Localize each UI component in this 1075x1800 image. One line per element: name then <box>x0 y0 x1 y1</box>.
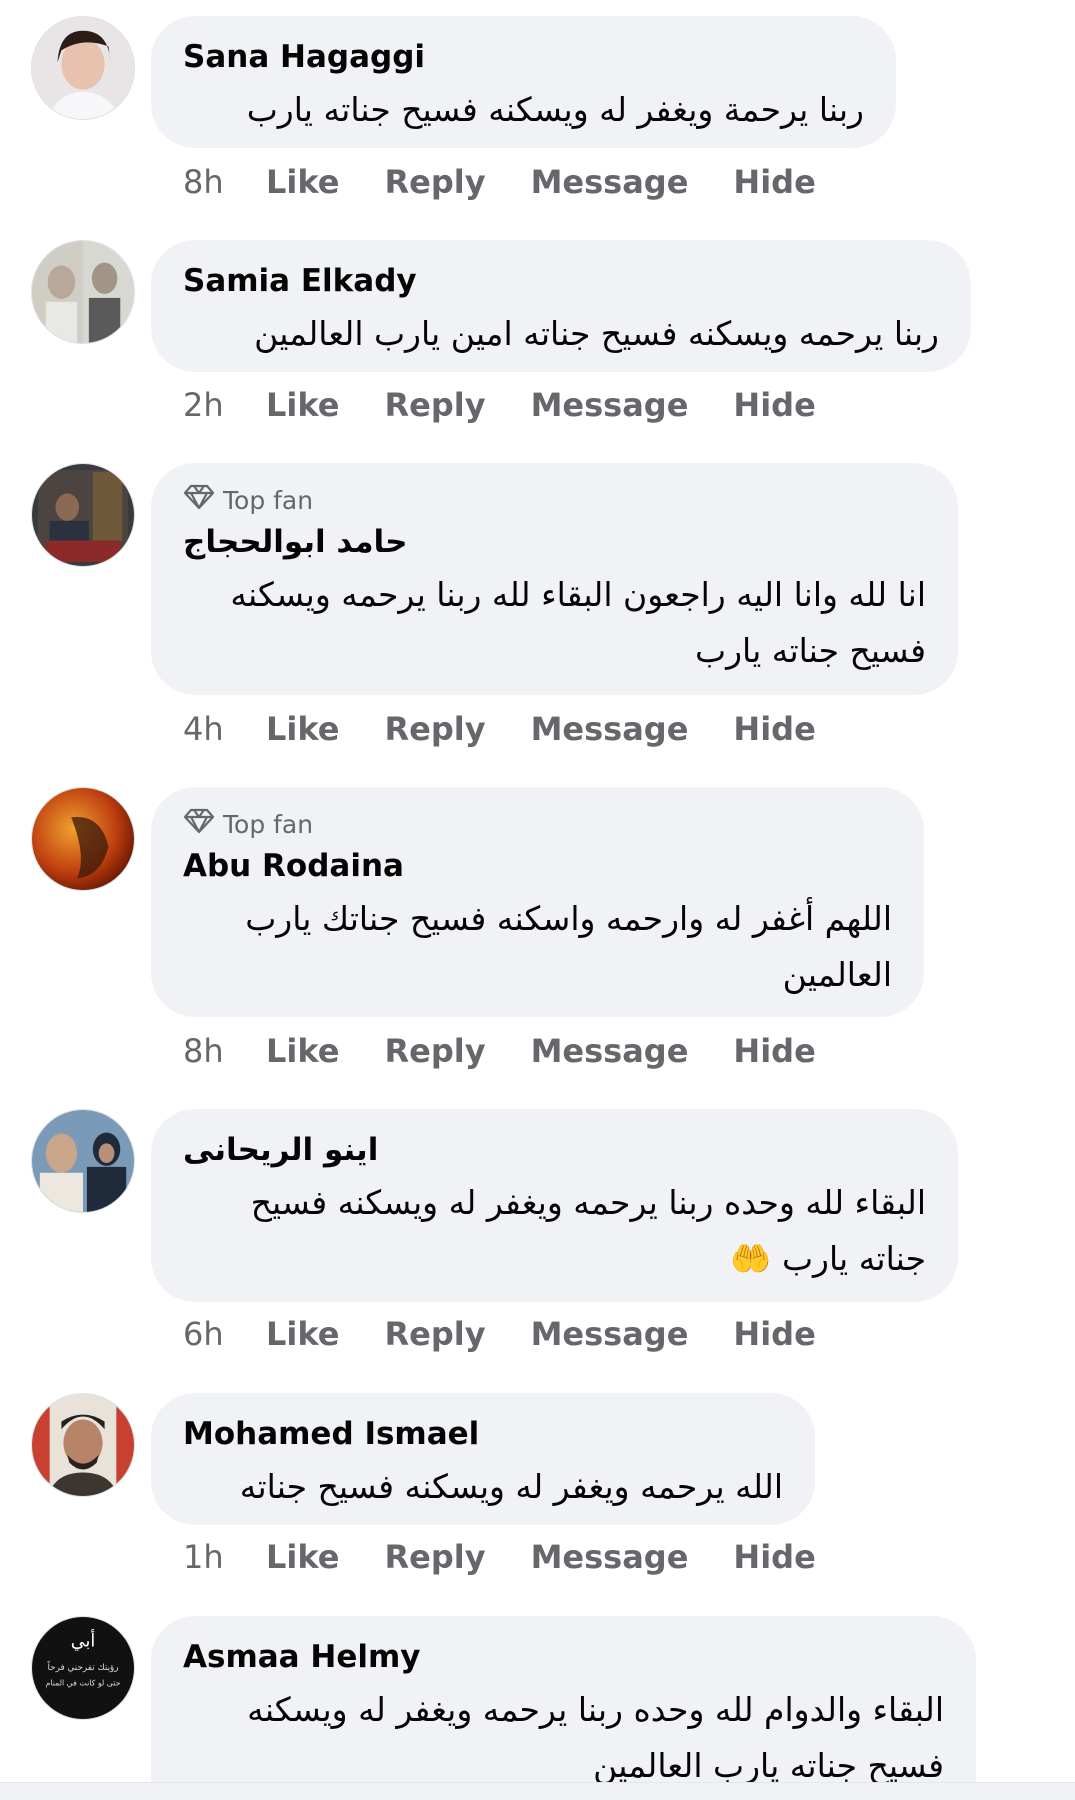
hide-button[interactable]: Hide <box>733 710 815 748</box>
reply-button[interactable]: Reply <box>384 1315 485 1353</box>
comment-author[interactable]: حامد ابوالحجاج <box>183 521 926 563</box>
hide-button[interactable]: Hide <box>733 1315 815 1353</box>
avatar[interactable] <box>31 16 135 120</box>
comment-text: جناته يارب 🤲 <box>730 1239 926 1278</box>
comment-bubble: اينو الريحانى البقاء لله وحده ربنا يرحمه… <box>151 1109 958 1302</box>
comment-bubble: Top fan حامد ابوالحجاج انا لله وانا اليه… <box>151 463 958 695</box>
comment-text: الله يرحمه ويغفر له ويسكنه فسيح جناته <box>239 1467 783 1506</box>
message-button[interactable]: Message <box>531 1538 689 1576</box>
comment-time[interactable]: 2h <box>183 386 266 424</box>
comment-author[interactable]: Sana Hagaggi <box>183 36 864 78</box>
comment-bubble: Samia Elkady ربنا يرحمه ويسكنه فسيح جنات… <box>151 240 971 372</box>
message-button[interactable]: Message <box>531 710 689 748</box>
comment-time[interactable]: 1h <box>183 1538 266 1576</box>
comment-bubble: Mohamed Ismael الله يرحمه ويغفر له ويسكن… <box>151 1393 815 1525</box>
avatar[interactable] <box>31 463 135 567</box>
message-button[interactable]: Message <box>531 1032 689 1070</box>
comment-text: اللهم أغفر له وارحمه واسكنه فسيح جناتك ي… <box>245 899 892 938</box>
comment-actions: 1h Like Reply Message Hide <box>183 1535 861 1579</box>
comment-bubble: Top fan Abu Rodaina اللهم أغفر له وارحمه… <box>151 787 924 1017</box>
avatar[interactable] <box>31 1393 135 1497</box>
hide-button[interactable]: Hide <box>733 386 815 424</box>
top-fan-badge: Top fan <box>183 807 892 841</box>
message-button[interactable]: Message <box>531 386 689 424</box>
comment-text: البقاء لله وحده ربنا يرحمه ويغفر له ويسك… <box>250 1183 926 1222</box>
avatar[interactable]: أبي رؤيتك تفرحني فرحاً حتى لو كانت في ال… <box>31 1616 135 1720</box>
hide-button[interactable]: Hide <box>733 1538 815 1576</box>
comment-bubble: Asmaa Helmy البقاء والدوام لله وحده ربنا… <box>151 1616 976 1800</box>
bottom-edge <box>0 1782 1075 1800</box>
comment-text: ربنا يرحمة ويغفر له ويسكنه فسيح جناته يا… <box>246 90 864 129</box>
comment-author[interactable]: اينو الريحانى <box>183 1129 926 1171</box>
hide-button[interactable]: Hide <box>733 1032 815 1070</box>
reply-button[interactable]: Reply <box>384 163 485 201</box>
like-button[interactable]: Like <box>266 710 339 748</box>
message-button[interactable]: Message <box>531 163 689 201</box>
diamond-icon <box>183 484 215 516</box>
avatar[interactable] <box>31 240 135 344</box>
comment-time[interactable]: 4h <box>183 710 266 748</box>
comment-actions: 2h Like Reply Message Hide <box>183 383 861 427</box>
comment-bubble: Sana Hagaggi ربنا يرحمة ويغفر له ويسكنه … <box>151 16 896 148</box>
comment-text: ربنا يرحمه ويسكنه فسيح جناته امين يارب ا… <box>254 314 939 353</box>
message-button[interactable]: Message <box>531 1315 689 1353</box>
like-button[interactable]: Like <box>266 1538 339 1576</box>
top-fan-label: Top fan <box>223 809 314 839</box>
like-button[interactable]: Like <box>266 386 339 424</box>
comment-actions: 8h Like Reply Message Hide <box>183 160 861 204</box>
comment-time[interactable]: 8h <box>183 1032 266 1070</box>
comment-time[interactable]: 8h <box>183 163 266 201</box>
top-fan-badge: Top fan <box>183 483 926 517</box>
reply-button[interactable]: Reply <box>384 386 485 424</box>
comment-author[interactable]: Mohamed Ismael <box>183 1413 783 1455</box>
reply-button[interactable]: Reply <box>384 1538 485 1576</box>
comment-actions: 6h Like Reply Message Hide <box>183 1312 861 1356</box>
reply-button[interactable]: Reply <box>384 1032 485 1070</box>
diamond-icon <box>183 808 215 840</box>
comment-actions: 4h Like Reply Message Hide <box>183 707 861 751</box>
hide-button[interactable]: Hide <box>733 163 815 201</box>
comment-text: فسيح جناته يارب <box>695 631 926 670</box>
like-button[interactable]: Like <box>266 1315 339 1353</box>
comment-time[interactable]: 6h <box>183 1315 266 1353</box>
avatar-line-text: حتى لو كانت في المنام <box>45 1679 120 1688</box>
avatar-title-text: أبي <box>71 1628 96 1651</box>
comment-author[interactable]: Abu Rodaina <box>183 845 892 887</box>
avatar[interactable] <box>31 1109 135 1213</box>
like-button[interactable]: Like <box>266 1032 339 1070</box>
comment-actions: 8h Like Reply Message Hide <box>183 1029 861 1073</box>
reply-button[interactable]: Reply <box>384 710 485 748</box>
avatar[interactable] <box>31 787 135 891</box>
comment-text: البقاء والدوام لله وحده ربنا يرحمه ويغفر… <box>247 1690 944 1729</box>
top-fan-label: Top fan <box>223 485 314 515</box>
comment-text: العالمين <box>782 955 892 994</box>
like-button[interactable]: Like <box>266 163 339 201</box>
comment-text: انا لله وانا اليه راجعون البقاء لله ربنا… <box>230 575 926 614</box>
comment-author[interactable]: Asmaa Helmy <box>183 1636 944 1678</box>
comment-author[interactable]: Samia Elkady <box>183 260 939 302</box>
